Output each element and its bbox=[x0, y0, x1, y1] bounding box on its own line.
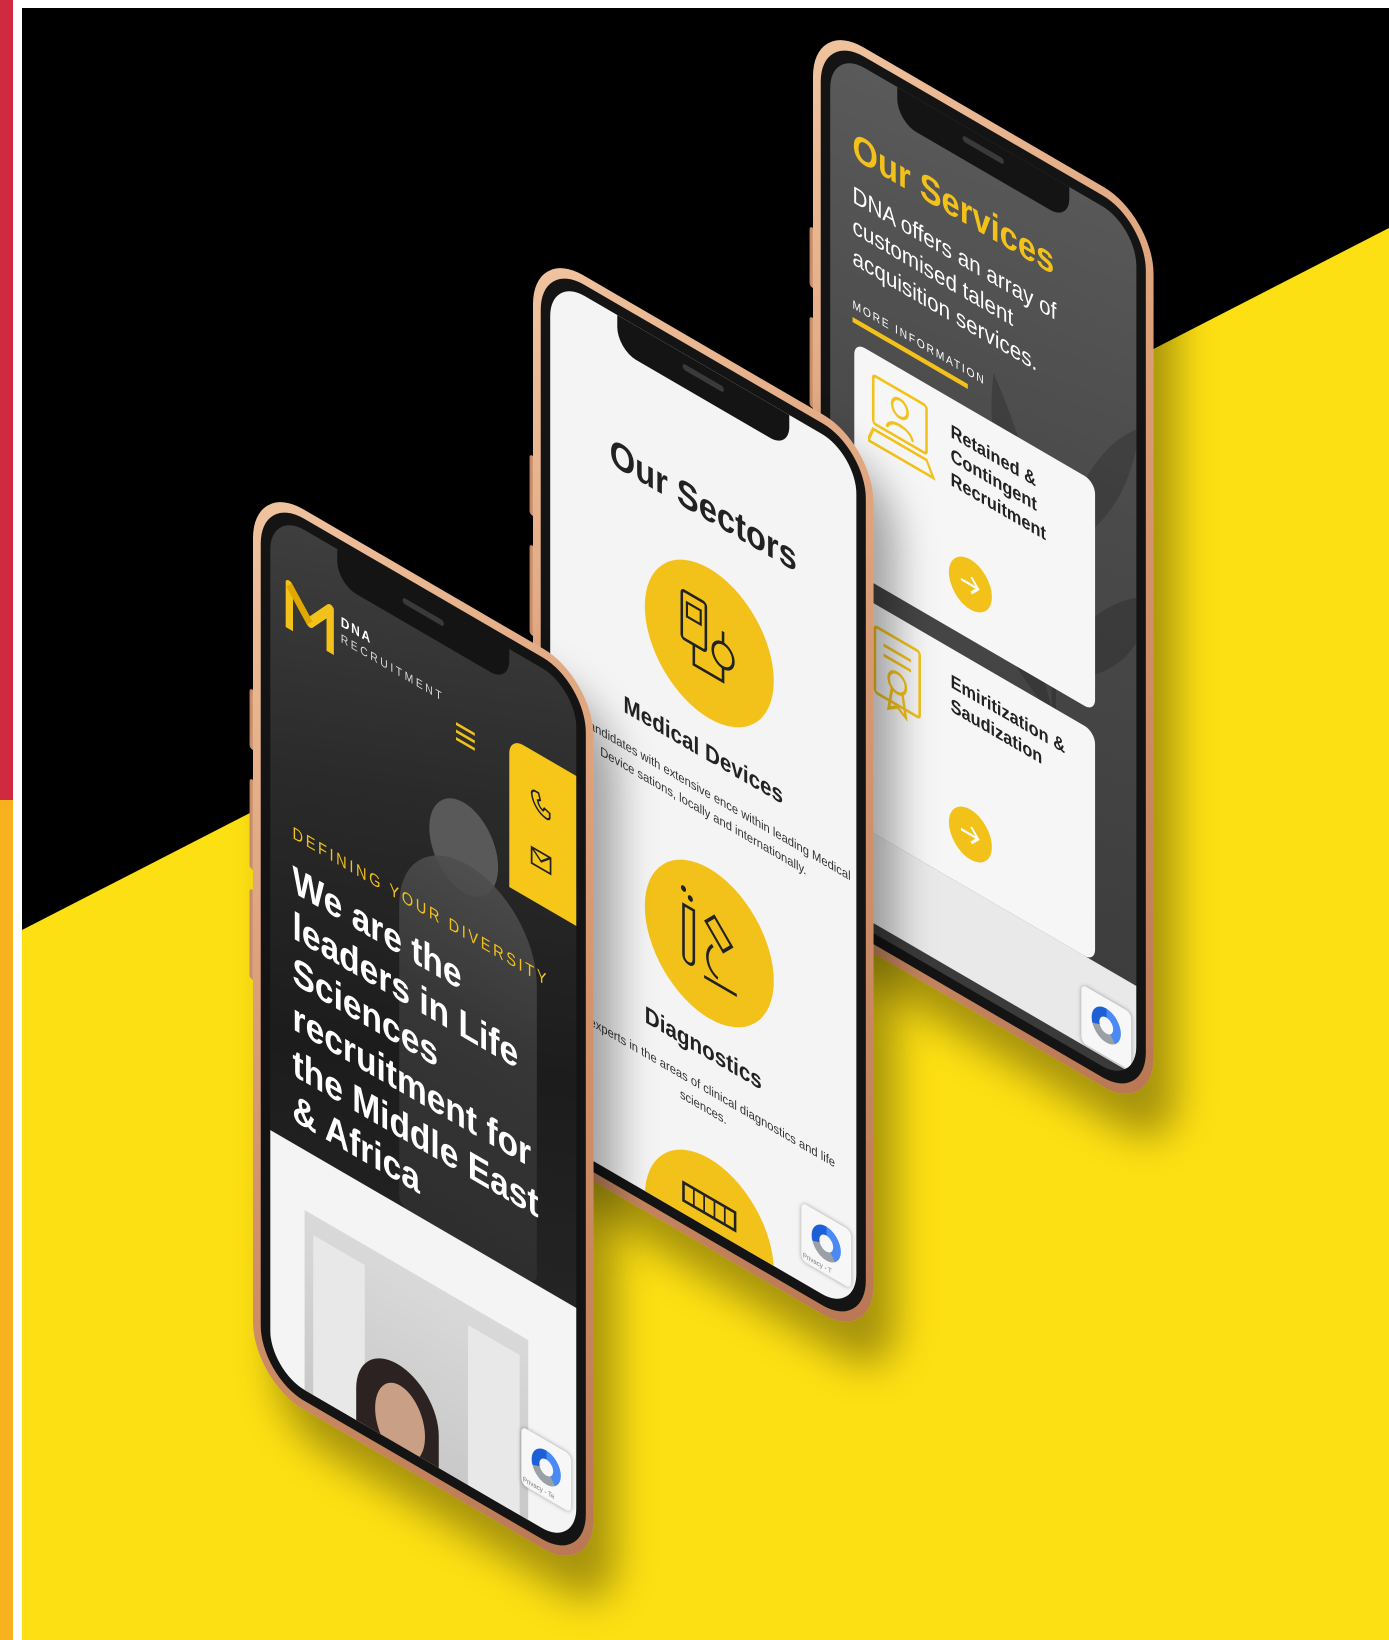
arrow-right-icon[interactable] bbox=[948, 547, 992, 622]
phone-screen: Our Sectors Medical Devices rcing candid… bbox=[550, 276, 857, 1314]
mail-icon[interactable] bbox=[530, 841, 552, 880]
recaptcha-badge[interactable]: Privacy - T bbox=[801, 1202, 852, 1289]
phone-icon[interactable] bbox=[530, 785, 552, 824]
mockup-stage: Our Services DNA offers an array of cust… bbox=[0, 0, 1389, 1640]
phone-screen: DNA RECRUITMENT DEFINING YOUR DIVERSITY … bbox=[270, 510, 577, 1548]
phone-screen: Our Services DNA offers an array of cust… bbox=[830, 48, 1137, 1086]
arrow-right-icon[interactable] bbox=[948, 797, 992, 872]
certificate-icon bbox=[873, 625, 921, 723]
recruiter-laptop-icon bbox=[868, 374, 936, 481]
recaptcha-icon bbox=[1091, 1000, 1121, 1051]
